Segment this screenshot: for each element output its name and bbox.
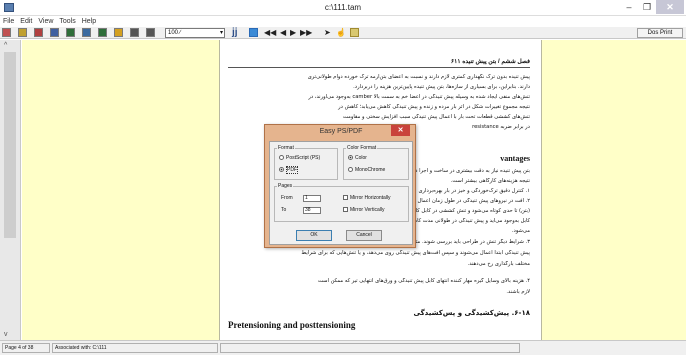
- chevron-down-icon: ▾: [219, 30, 223, 36]
- window-title: c:\111.tam: [324, 3, 362, 12]
- page-indicator: Page 4 of 38: [2, 343, 50, 353]
- grid-icon[interactable]: [66, 28, 75, 37]
- page-icon[interactable]: [114, 28, 123, 37]
- mark-icon[interactable]: [34, 28, 43, 37]
- text-line: تنش‌های منفی ایجاد شده به وسیله پیش تنید…: [308, 94, 530, 100]
- text-line: دارند. بنابراین، برای بسیاری از سازه‌ها،…: [353, 84, 530, 90]
- note-icon[interactable]: [350, 28, 359, 37]
- open-icon[interactable]: [2, 28, 11, 37]
- page-header-text: فصل ششم / بتن پیش تنیده ۶۱۱: [450, 59, 530, 65]
- left-scrollbar[interactable]: ^ v: [0, 40, 21, 340]
- postscript-label: PostScript (PS): [286, 155, 321, 161]
- select-tool-icon[interactable]: ➤: [324, 27, 331, 38]
- format-legend: Format: [277, 145, 295, 151]
- section-heading-right: vantages: [500, 154, 530, 163]
- text-line: لازم باشند.: [506, 289, 530, 295]
- association-status: Associated with: C:\111: [52, 343, 218, 353]
- mirror-vertical-checkbox[interactable]: Mirror Vertically: [343, 207, 384, 214]
- scroll-down-icon[interactable]: v: [4, 331, 8, 338]
- text-line: پیش تنیدگی ابتدا اعمال می‌شوند و سپس افت…: [301, 250, 530, 256]
- color-icon[interactable]: [249, 28, 258, 37]
- toolbar: 100 ∕ ▾ jj ◀◀ ◀ ▶ ▶▶ ➤ ☝ Dos Print: [0, 27, 686, 39]
- page-header: فصل ششم / بتن پیش تنیده ۶۱۱: [228, 58, 530, 68]
- mirror-vertical-label: Mirror Vertically: [350, 207, 385, 213]
- table-icon[interactable]: [82, 28, 91, 37]
- section-heading-en: Pretensioning and posttensioning: [228, 320, 356, 330]
- hand-tool-icon[interactable]: ☝: [336, 27, 346, 38]
- color-format-legend: Color Format: [346, 145, 378, 151]
- close-button[interactable]: ✕: [656, 0, 684, 14]
- from-label: From: [281, 195, 293, 201]
- checkbox-box: [343, 195, 348, 200]
- color-radio[interactable]: Color: [348, 155, 367, 162]
- checkbox-box: [343, 207, 348, 212]
- dialog-close-button[interactable]: ✕: [391, 125, 410, 136]
- radio-dot: [348, 155, 353, 160]
- scroll-up-icon[interactable]: ^: [4, 42, 7, 49]
- ok-button[interactable]: OK: [296, 230, 332, 241]
- pages-legend: Pages: [277, 183, 294, 189]
- postscript-radio[interactable]: PostScript (PS): [279, 155, 320, 162]
- menu-help[interactable]: Help: [79, 16, 99, 27]
- menu-edit[interactable]: Edit: [17, 16, 35, 27]
- minimize-button[interactable]: –: [620, 0, 638, 14]
- monochrome-radio[interactable]: MonoChrome: [348, 167, 385, 174]
- menu-file[interactable]: File: [0, 16, 17, 27]
- monochrome-label: MonoChrome: [355, 167, 386, 173]
- title-bar: c:\111.tam – ❐ ✕: [0, 0, 686, 16]
- mirror-horizontal-checkbox[interactable]: Mirror Horizontally: [343, 195, 391, 202]
- new-icon[interactable]: [18, 28, 27, 37]
- zoom-value: 100 ∕: [168, 30, 181, 36]
- radio-dot: [279, 155, 284, 160]
- text-line: پیش تنیده بدون ترک نگهداری کمتری لازم دا…: [307, 74, 530, 80]
- export-icon[interactable]: [98, 28, 107, 37]
- from-input[interactable]: 1: [303, 195, 321, 202]
- save-icon[interactable]: [130, 28, 139, 37]
- to-input[interactable]: 38: [303, 207, 321, 214]
- right-margin-panel: [541, 40, 686, 340]
- next-page-icon[interactable]: ▶: [290, 27, 296, 38]
- jj-icon[interactable]: jj: [232, 27, 238, 38]
- text-line: مختلف بارگذاری رخ می‌دهند.: [467, 261, 530, 267]
- menu-tools[interactable]: Tools: [56, 16, 78, 27]
- maximize-button[interactable]: ❐: [638, 0, 656, 14]
- cancel-button[interactable]: Cancel: [346, 230, 382, 241]
- mirror-horizontal-label: Mirror Horizontally: [350, 195, 391, 201]
- first-page-icon[interactable]: ◀◀: [264, 27, 276, 38]
- format-group: Format PostScript (PS) PDF: [274, 145, 338, 180]
- section-heading-fa: ۶-۱۸. پیش‌کشیدگی و پس‌کشیدگی: [413, 309, 530, 317]
- pdf-label: PDF: [286, 166, 298, 174]
- prev-page-icon[interactable]: ◀: [280, 27, 286, 38]
- print-icon[interactable]: [146, 28, 155, 37]
- text-line: نتیجه مجموع تغییرات شکل در اثر بار مرده …: [338, 104, 530, 110]
- dialog-body: Format PostScript (PS) PDF Color Format …: [269, 141, 413, 245]
- dos-print-button[interactable]: Dos Print: [637, 28, 683, 38]
- left-margin-panel: [22, 40, 220, 340]
- scroll-thumb[interactable]: [4, 52, 16, 238]
- zoom-select[interactable]: 100 ∕ ▾: [165, 28, 225, 38]
- pages-group: Pages From 1 To 38 Mirror Horizontally M…: [274, 183, 409, 222]
- radio-dot: [348, 167, 353, 172]
- pdf-radio[interactable]: PDF: [279, 166, 298, 174]
- image-icon[interactable]: [50, 28, 59, 37]
- radio-dot: [279, 167, 284, 172]
- text-line: تنش‌های کششی قطعات تحت بار با اعمال پیش …: [343, 114, 530, 120]
- last-page-icon[interactable]: ▶▶: [300, 27, 312, 38]
- status-empty-segment: [220, 343, 520, 353]
- color-label: Color: [355, 155, 367, 161]
- menu-view[interactable]: View: [35, 16, 56, 27]
- to-label: To: [281, 207, 287, 213]
- text-line: ۴. هزینه بالای وسایل گیره مهار کننده انت…: [318, 278, 530, 284]
- color-format-group: Color Format Color MonoChrome: [343, 145, 409, 180]
- status-bar: Page 4 of 38 Associated with: C:\111: [0, 340, 686, 355]
- menu-bar: File Edit View Tools Help: [0, 16, 686, 27]
- easy-ps-pdf-dialog: Easy PS/PDF ✕ Format PostScript (PS) PDF…: [264, 124, 416, 248]
